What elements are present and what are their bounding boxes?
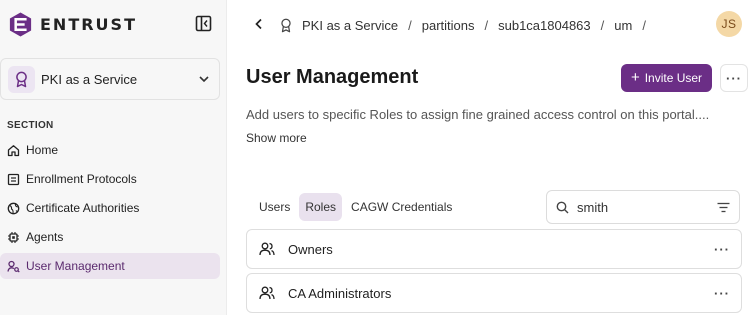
breadcrumb-separator: /: [642, 17, 646, 33]
users-icon: [259, 286, 275, 300]
filter-icon[interactable]: [717, 202, 730, 213]
search-box: [546, 190, 740, 224]
page-title: User Management: [246, 66, 419, 88]
breadcrumb-separator: /: [600, 17, 605, 33]
chevron-down-icon: [199, 76, 209, 83]
show-more-link[interactable]: Show more: [246, 131, 307, 145]
breadcrumb-item[interactable]: partitions: [422, 18, 475, 33]
sidebar: ENTRUST PKI as a Service SECTION Home En…: [0, 0, 227, 315]
sidebar-item-label: Enrollment Protocols: [26, 172, 137, 186]
sidebar-item-label: Home: [26, 143, 59, 157]
role-name: Owners: [288, 241, 333, 257]
users-icon: [259, 242, 275, 256]
page-description: Add users to specific Roles to assign fi…: [246, 107, 710, 122]
section-label: SECTION: [7, 120, 54, 131]
brand-logo[interactable]: ENTRUST: [7, 9, 137, 39]
list-item[interactable]: CA Administrators ···: [246, 273, 742, 313]
list-item[interactable]: Owners ···: [246, 229, 742, 269]
sidebar-nav: Home Enrollment Protocols Certificate Au…: [0, 137, 220, 282]
breadcrumb: PKI as a Service / partitions / sub1ca18…: [279, 16, 656, 34]
document-list-icon: [7, 173, 20, 185]
tab-roles[interactable]: Roles: [299, 193, 343, 221]
workspace-label: PKI as a Service: [41, 71, 138, 87]
sidebar-item-label: User Management: [26, 259, 125, 273]
search-input[interactable]: [577, 199, 707, 215]
invite-user-label: Invite User: [644, 71, 703, 85]
sidebar-item-certificate-authorities[interactable]: Certificate Authorities: [0, 195, 220, 221]
plus-icon: +: [630, 69, 640, 86]
sidebar-item-label: Agents: [26, 230, 64, 244]
tab-cagw-credentials[interactable]: CAGW Credentials: [345, 193, 458, 221]
award-ribbon-icon: [8, 65, 35, 93]
entrust-logo-icon: [9, 11, 32, 37]
workspace-selector[interactable]: PKI as a Service: [0, 58, 220, 100]
search-icon: [556, 201, 569, 213]
sidebar-item-label: Certificate Authorities: [26, 201, 140, 215]
breadcrumb-item[interactable]: PKI as a Service: [302, 18, 398, 33]
user-key-icon: [7, 260, 20, 273]
award-ribbon-icon: [281, 18, 291, 32]
back-arrow-icon[interactable]: [253, 17, 265, 31]
sidebar-item-agents[interactable]: Agents: [0, 224, 220, 250]
more-options-button[interactable]: ···: [720, 64, 748, 92]
sidebar-item-home[interactable]: Home: [0, 137, 220, 163]
tab-users[interactable]: Users: [253, 193, 296, 221]
breadcrumb-item[interactable]: um: [614, 18, 632, 33]
main-content: PKI as a Service / partitions / sub1ca18…: [227, 0, 750, 315]
breadcrumb-separator: /: [484, 17, 489, 33]
home-icon: [7, 144, 20, 156]
sidebar-item-enrollment-protocols[interactable]: Enrollment Protocols: [0, 166, 220, 192]
breadcrumb-separator: /: [408, 17, 412, 33]
sidebar-item-user-management[interactable]: User Management: [0, 253, 220, 279]
tab-bar: Users Roles CAGW Credentials: [253, 193, 461, 221]
invite-user-button[interactable]: + Invite User: [621, 64, 712, 92]
collapse-sidebar-icon[interactable]: [195, 15, 212, 32]
breadcrumb-item[interactable]: sub1ca1804863: [498, 18, 591, 33]
role-name: CA Administrators: [288, 285, 392, 301]
chip-icon: [8, 231, 19, 243]
brand-name: ENTRUST: [40, 14, 137, 34]
row-more-button[interactable]: ···: [714, 242, 730, 257]
row-more-button[interactable]: ···: [714, 286, 730, 301]
avatar[interactable]: JS: [716, 11, 742, 37]
globe-icon: [7, 202, 20, 214]
